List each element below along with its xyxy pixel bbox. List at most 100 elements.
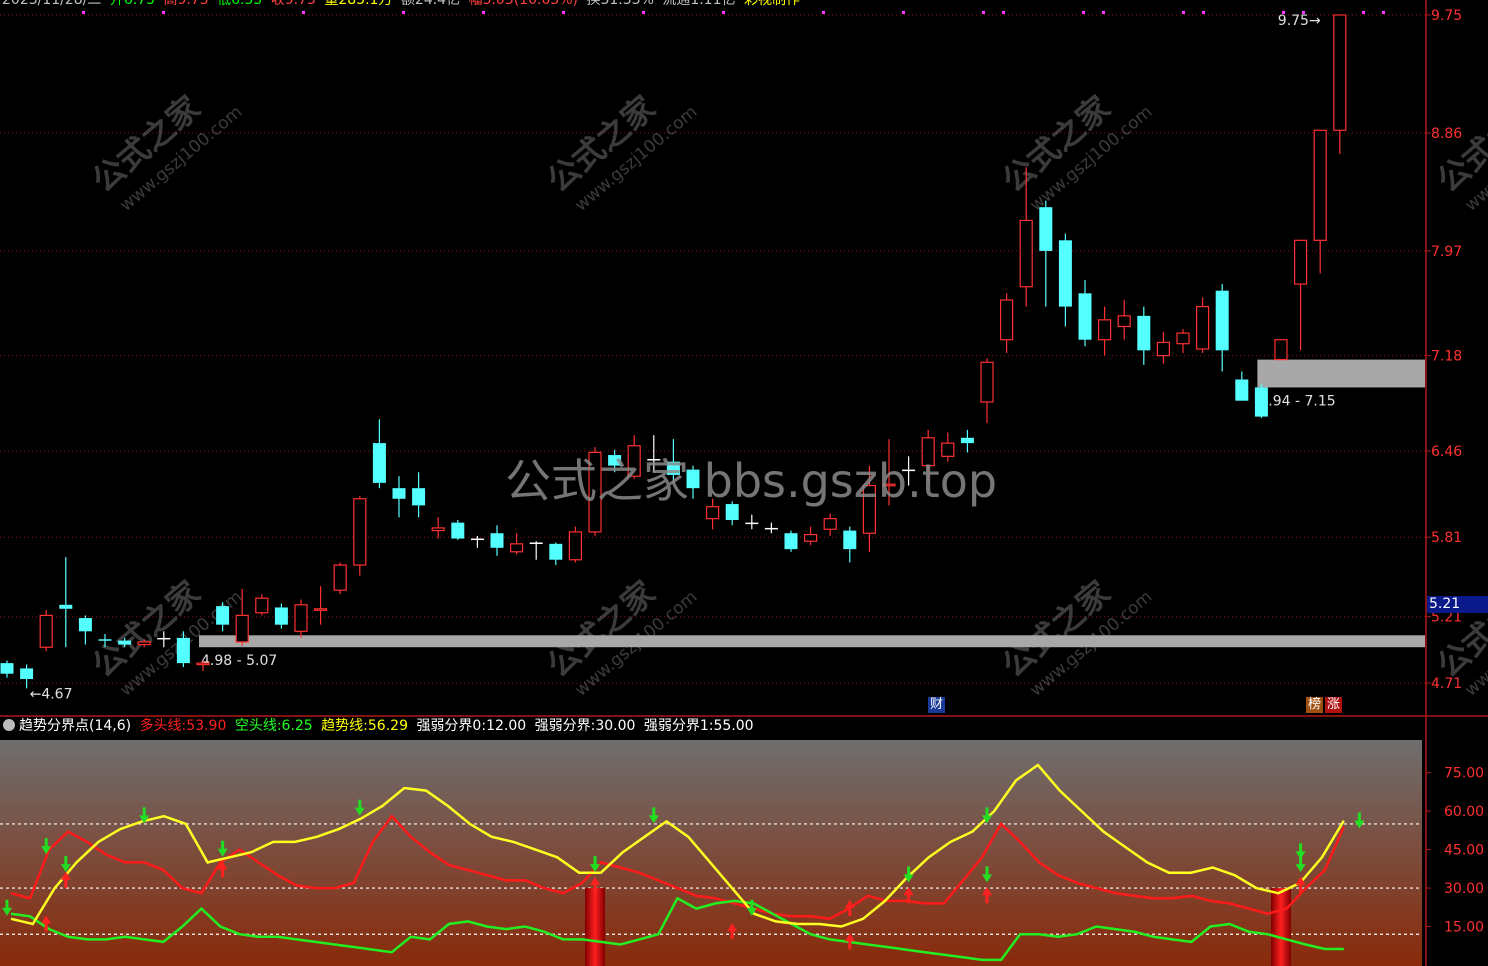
indicator-axis-label: 75.00 xyxy=(1444,766,1484,782)
candle-body xyxy=(1097,319,1112,341)
watermark-tile-text: 公式之家 xyxy=(1430,573,1488,684)
watermark-tile: 公式之家www.gszj100.com xyxy=(85,88,247,215)
candle-body xyxy=(843,530,857,550)
candle-body xyxy=(39,614,53,648)
indicator-title-bar: 趋势分界点(14,6) 多头线:53.90 空头线:6.25 趋势线:56.29… xyxy=(0,716,1426,738)
candle-body xyxy=(333,564,347,591)
candle-body xyxy=(549,543,563,560)
candle-body xyxy=(1195,305,1210,350)
indicator-background xyxy=(0,740,1422,966)
candle-body xyxy=(490,533,504,548)
bull-line-value: 53.90 xyxy=(186,718,227,734)
signal-dot xyxy=(982,11,985,14)
candle-body xyxy=(392,488,406,499)
center-watermark: 公式之家 bbs.gszb.top xyxy=(505,454,997,508)
threshold-value: 30.00 xyxy=(595,718,636,734)
candle-body xyxy=(1058,240,1072,307)
watermark-tile: 公式之家www.gszj100.com xyxy=(540,573,702,700)
signal-bar xyxy=(585,888,605,966)
indicator-axis-label: 45.00 xyxy=(1444,843,1484,859)
watermark-tile: 公式之家www.gszj100.com xyxy=(540,88,702,215)
indicator-name: 趋势分界点(14,6) xyxy=(19,718,132,734)
candle-body xyxy=(1313,129,1327,241)
candle-body xyxy=(20,668,34,680)
signal-dot xyxy=(1382,11,1385,14)
threshold1-label: 强弱分界1: xyxy=(643,718,714,734)
candle-body xyxy=(255,597,269,614)
trend-line-value: 56.29 xyxy=(367,718,408,734)
price-axis-label: 5.81 xyxy=(1431,530,1462,546)
zone-label: 4.98 - 5.07 xyxy=(201,653,277,669)
candle-body xyxy=(1176,332,1190,345)
price-axis-label: 7.97 xyxy=(1431,244,1462,260)
indicator-axis-label: 60.00 xyxy=(1444,804,1484,820)
candle-body xyxy=(1254,387,1268,417)
price-axis-label: 7.18 xyxy=(1431,349,1462,365)
candle-body xyxy=(745,522,759,525)
candle-body xyxy=(980,361,994,403)
candle-body xyxy=(1156,341,1171,357)
bull-line-label: 多头线: xyxy=(139,718,187,734)
candle-body xyxy=(1274,339,1288,361)
support-zone xyxy=(199,635,1425,648)
price-chart[interactable]: 9.758.867.977.186.465.815.214.71公式之家www.… xyxy=(0,0,1488,966)
high-marker: 9.75→ xyxy=(1278,13,1321,29)
candle-body xyxy=(431,527,445,532)
candle-body xyxy=(372,443,386,483)
signal-dot xyxy=(302,11,305,14)
price-axis-label: 9.75 xyxy=(1431,8,1462,24)
candle-body xyxy=(784,533,798,550)
price-axis-label: 6.46 xyxy=(1431,444,1462,460)
price-axis-label: 8.86 xyxy=(1431,126,1462,142)
chart-stage: { "header": { "segments": [ {"text": "20… xyxy=(0,0,1488,966)
candle-body xyxy=(999,299,1014,341)
candle-body xyxy=(412,488,426,506)
signal-dot xyxy=(402,11,405,14)
candle-body xyxy=(157,637,171,640)
trend-line-label: 趋势线: xyxy=(321,718,368,734)
candle-body xyxy=(353,498,367,566)
candle-body xyxy=(1215,290,1229,351)
signal-dot xyxy=(1182,11,1185,14)
indicator-axis-label: 30.00 xyxy=(1444,881,1484,897)
signal-dot xyxy=(722,11,725,14)
low-marker: ←4.67 xyxy=(30,686,73,702)
candle-body xyxy=(137,641,151,646)
badge-finance[interactable]: 财 xyxy=(928,697,946,713)
candle-body xyxy=(0,663,14,674)
candle-body xyxy=(196,662,210,666)
signal-bar xyxy=(1271,888,1291,966)
candle-body xyxy=(314,608,328,611)
badge-rank[interactable]: 榜 xyxy=(1306,697,1324,713)
signal-dot xyxy=(82,11,85,14)
collapse-icon[interactable] xyxy=(3,719,15,731)
watermark-tile: 公式之家www.gszj100.com xyxy=(1430,88,1488,215)
candle-body xyxy=(568,531,583,561)
candle-body xyxy=(78,618,92,632)
threshold0-value: 12.00 xyxy=(486,718,527,734)
signal-dot xyxy=(162,11,165,14)
candle-body xyxy=(98,639,112,641)
signal-dot xyxy=(1082,11,1085,14)
candle-body xyxy=(216,606,230,625)
candle-body xyxy=(823,518,837,530)
signal-dot xyxy=(1202,11,1205,14)
candle-body xyxy=(1235,379,1249,401)
candle-body xyxy=(803,533,818,542)
candle-body xyxy=(1117,315,1131,328)
candle-body xyxy=(960,437,974,444)
bear-line-label: 空头线: xyxy=(234,718,282,734)
candle-body xyxy=(294,604,308,632)
zone-label: 6.94 - 7.15 xyxy=(1259,393,1335,409)
signal-dot xyxy=(1102,11,1105,14)
candle-body xyxy=(1137,315,1151,351)
candle-body xyxy=(470,538,484,541)
candle-body xyxy=(59,604,73,609)
watermark-tile: 公式之家www.gszj100.com xyxy=(995,573,1157,700)
bear-line-value: 6.25 xyxy=(281,718,313,734)
candle-body xyxy=(176,637,190,664)
candle-body xyxy=(451,522,465,539)
badge-limit-up[interactable]: 涨 xyxy=(1325,697,1343,713)
threshold1-value: 55.00 xyxy=(713,718,754,734)
candle-body xyxy=(274,607,288,625)
